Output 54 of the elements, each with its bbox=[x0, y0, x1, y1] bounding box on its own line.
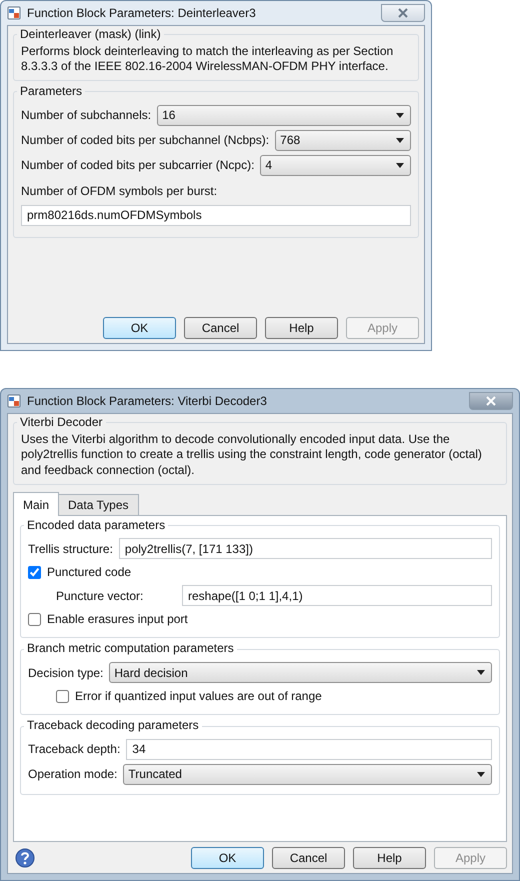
dropdown[interactable]: Hard decision bbox=[109, 662, 492, 684]
checkbox-label: Punctured code bbox=[47, 564, 132, 582]
dropdown[interactable]: 768 bbox=[275, 130, 411, 151]
field-label: Number of coded bits per subchannel (Ncbps): bbox=[21, 132, 270, 150]
field-label: Number of OFDM symbols per burst: bbox=[21, 182, 218, 200]
text-field[interactable]: 34 bbox=[126, 738, 492, 760]
window-icon bbox=[7, 394, 21, 408]
dialog-button[interactable]: Cancel bbox=[184, 317, 257, 339]
description-text: Performs block deinterleaving to match the interleaving as per Section 8.3.3.3 of the IEEE 802.16-2004 WirelessMAN-OFDM PHY interface. bbox=[21, 44, 394, 75]
field-label: Puncture vector: bbox=[56, 588, 144, 605]
checkbox-label: Enable erasures input port bbox=[47, 611, 188, 628]
field-label: Trellis structure: bbox=[28, 540, 113, 558]
text-field[interactable]: prm80216ds.numOFDMSymbols bbox=[21, 204, 411, 226]
group-title: Viterbi Decoder bbox=[19, 416, 104, 430]
text-field[interactable]: poly2trellis(7, [171 133]) bbox=[118, 538, 492, 560]
window-icon bbox=[7, 6, 21, 20]
checkbox[interactable] bbox=[56, 690, 69, 703]
close-icon bbox=[397, 8, 409, 18]
close-button[interactable] bbox=[469, 392, 513, 410]
group-title: Traceback decoding parameters bbox=[26, 719, 200, 733]
group-title: Branch metric computation parameters bbox=[26, 642, 235, 656]
dropdown[interactable]: 4 bbox=[260, 154, 411, 176]
tab[interactable]: Data Types bbox=[58, 494, 138, 515]
dialog-button[interactable]: OK bbox=[103, 317, 176, 339]
dropdown[interactable]: 16 bbox=[157, 104, 411, 126]
dialog-button[interactable]: Help bbox=[353, 847, 426, 869]
window-title: Function Block Parameters: Viterbi Decoder3 bbox=[27, 393, 267, 410]
close-button[interactable] bbox=[381, 4, 425, 22]
group-title: Encoded data parameters bbox=[26, 518, 166, 532]
dropdown[interactable]: Truncated bbox=[123, 764, 492, 785]
field-label: Number of coded bits per subcarrier (Ncpc): bbox=[21, 157, 254, 174]
field-label: Decision type: bbox=[28, 664, 104, 682]
checkbox-label: Error if quantized input values are out of range bbox=[75, 688, 322, 706]
close-icon bbox=[485, 396, 497, 406]
group-title: Deinterleaver (mask) (link) bbox=[19, 28, 162, 42]
dialog-button[interactable]: Cancel bbox=[272, 847, 345, 869]
field-label: Operation mode: bbox=[28, 766, 118, 784]
dialog-button[interactable]: OK bbox=[191, 847, 264, 869]
description-text: Uses the Viterbi algorithm to decode convolutionally encoded input data. Use the poly2trellis function to create a trellis using the constraint length, code generator (octal) and feedback connection (octal). bbox=[21, 432, 483, 479]
dialog-button[interactable]: Help bbox=[265, 317, 338, 339]
tab[interactable]: Main bbox=[13, 492, 60, 516]
help-icon[interactable] bbox=[15, 848, 35, 868]
window-title: Function Block Parameters: Deinterleaver3 bbox=[27, 5, 256, 22]
caret-icon bbox=[396, 112, 404, 118]
checkbox[interactable] bbox=[28, 612, 41, 626]
text-field[interactable]: reshape([1 0;1 1],4,1) bbox=[182, 585, 492, 606]
caret-icon bbox=[396, 138, 404, 143]
caret-icon bbox=[477, 772, 485, 777]
field-label: Traceback depth: bbox=[28, 741, 120, 758]
group-title: Parameters bbox=[19, 84, 84, 99]
checkbox[interactable] bbox=[28, 566, 41, 579]
caret-icon bbox=[477, 670, 485, 676]
caret-icon bbox=[396, 162, 404, 168]
field-label: Number of subchannels: bbox=[21, 107, 152, 124]
